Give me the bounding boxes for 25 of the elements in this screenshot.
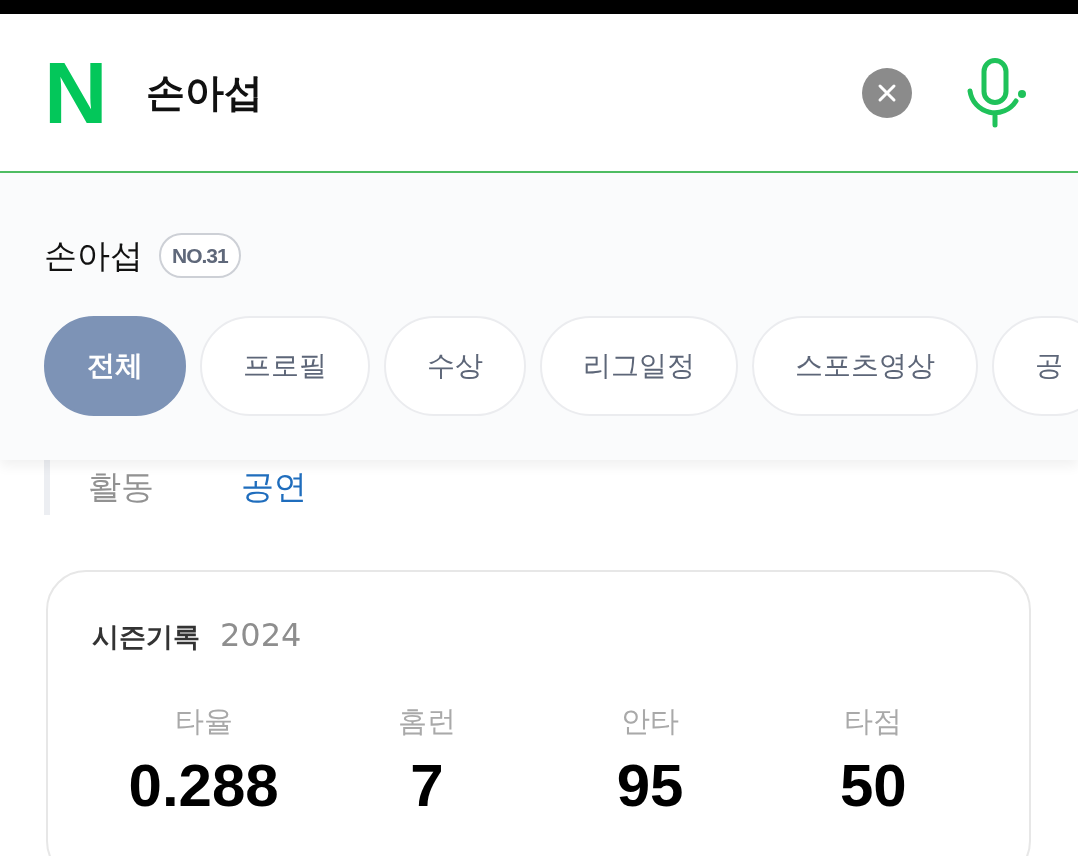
search-field[interactable]: 손아섭 xyxy=(145,64,842,121)
performance-link[interactable]: 공연 xyxy=(241,465,307,510)
category-tab[interactable]: 스포츠영상 xyxy=(752,316,978,416)
category-tab[interactable]: 전체 xyxy=(44,316,186,416)
season-year: 2024 xyxy=(220,616,302,654)
stat-value: 50 xyxy=(840,753,907,819)
stat-value: 7 xyxy=(410,753,444,819)
microphone-icon xyxy=(966,57,1028,128)
category-tab[interactable]: 수상 xyxy=(384,316,526,416)
player-name: 손아섭 xyxy=(44,235,143,277)
stat-value: 0.288 xyxy=(128,753,279,819)
close-icon xyxy=(877,82,897,103)
activity-label: 활동 xyxy=(88,466,154,508)
stat-value: 95 xyxy=(616,753,684,819)
voice-search-button[interactable] xyxy=(966,57,1028,128)
jersey-number-badge: NO.31 xyxy=(159,233,241,278)
category-tab[interactable]: 리그일정 xyxy=(540,316,738,416)
stat-label: 홈런 xyxy=(397,703,456,739)
category-tab[interactable]: 프로필 xyxy=(200,316,370,416)
category-tab[interactable]: 공 xyxy=(992,316,1078,416)
card-title: 시즌기록 xyxy=(92,620,200,654)
stat-label: 타점 xyxy=(844,703,903,739)
stat-label: 안타 xyxy=(621,703,680,739)
clear-button[interactable] xyxy=(862,67,912,118)
stat-label: 타율 xyxy=(174,703,233,739)
